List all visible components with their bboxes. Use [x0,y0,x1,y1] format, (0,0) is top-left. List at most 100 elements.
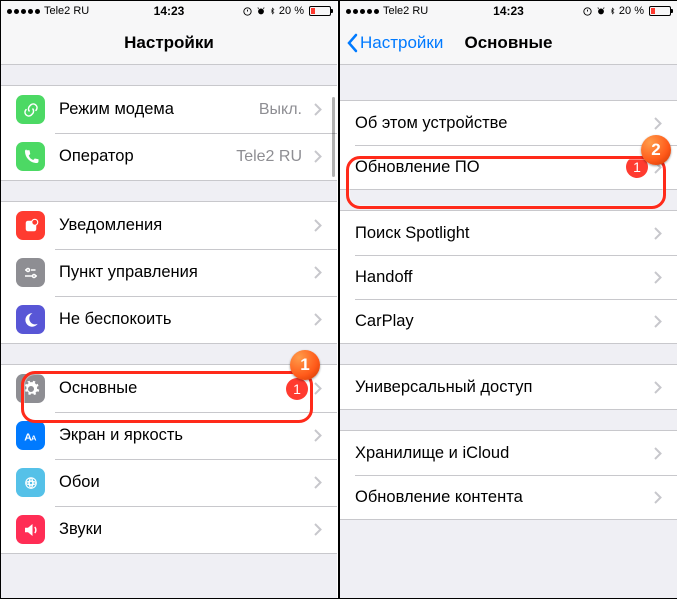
row-detail: Выкл. [259,101,302,119]
bluetooth-icon [269,5,276,17]
gear-icon [16,374,45,403]
status-time: 14:23 [154,4,185,18]
row-label: Универсальный доступ [355,378,532,397]
phone-icon [16,142,45,171]
back-label: Настройки [360,33,443,53]
row-label: Об этом устройстве [355,114,507,133]
back-button[interactable]: Настройки [346,33,443,53]
chevron-right-icon [314,103,322,116]
row-background-refresh[interactable]: Обновление контента [340,475,677,519]
row-label: CarPlay [355,312,414,331]
status-bar: Tele2 RU 14:23 20 % [1,1,337,21]
navbar: Настройки [1,21,337,65]
row-sounds[interactable]: Звуки [1,506,337,553]
chevron-right-icon [314,429,322,442]
row-label: Поиск Spotlight [355,224,470,243]
row-label: Handoff [355,268,413,287]
row-handoff[interactable]: Handoff [340,255,677,299]
row-carplay[interactable]: CarPlay [340,299,677,343]
chevron-right-icon [314,313,322,326]
group-general: Основные 1 AA Экран и яркость Обои Звуки [1,364,337,554]
carrier-label: Tele2 RU [383,5,428,17]
chevron-right-icon [314,476,322,489]
chevron-right-icon [654,161,662,174]
row-display-brightness[interactable]: AA Экран и яркость [1,412,337,459]
group-storage: Хранилище и iCloud Обновление контента [340,430,677,520]
chevron-right-icon [654,491,662,504]
status-time: 14:23 [493,4,524,18]
bluetooth-icon [609,5,616,17]
row-badge: 1 [286,378,308,400]
row-label: Уведомления [59,216,162,235]
screenshot-stage: Tele2 RU 14:23 20 % Настройки Режим моде… [0,0,677,599]
phone-settings-root: Tele2 RU 14:23 20 % Настройки Режим моде… [1,1,337,598]
battery-icon [649,6,671,16]
row-label: Хранилище и iCloud [355,444,509,463]
row-storage-icloud[interactable]: Хранилище и iCloud [340,431,677,475]
carrier-label: Tele2 RU [44,5,89,17]
battery-percent: 20 % [619,5,644,17]
group-notifications: Уведомления Пункт управления Не беспокои… [1,201,337,344]
chevron-right-icon [314,266,322,279]
row-label: Пункт управления [59,263,198,282]
control-center-icon [16,258,45,287]
row-label: Основные [59,379,137,398]
row-label: Обновление контента [355,488,523,507]
chevron-left-icon [346,33,358,53]
group-about: Об этом устройстве Обновление ПО 1 [340,100,677,190]
row-label: Оператор [59,147,134,166]
row-label: Не беспокоить [59,310,171,329]
scroll-indicator [332,97,335,177]
chevron-right-icon [314,382,322,395]
notifications-icon [16,211,45,240]
row-carrier[interactable]: Оператор Tele2 RU [1,133,337,180]
page-title: Основные [464,33,552,53]
row-notifications[interactable]: Уведомления [1,202,337,249]
status-bar: Tele2 RU 14:23 20 % [340,1,677,21]
wallpaper-icon [16,468,45,497]
row-label: Режим модема [59,100,174,119]
chevron-right-icon [654,381,662,394]
chevron-right-icon [654,227,662,240]
group-search: Поиск Spotlight Handoff CarPlay [340,210,677,344]
group-connectivity: Режим модема Выкл. Оператор Tele2 RU [1,85,337,181]
row-software-update[interactable]: Обновление ПО 1 [340,145,677,189]
alarm-icon [596,6,606,16]
row-label: Обновление ПО [355,158,480,177]
navbar: Настройки Основные [340,21,677,65]
row-about[interactable]: Об этом устройстве [340,101,677,145]
signal-strength-icon [7,9,40,14]
row-personal-hotspot[interactable]: Режим модема Выкл. [1,86,337,133]
chevron-right-icon [654,447,662,460]
chevron-right-icon [654,117,662,130]
group-accessibility: Универсальный доступ [340,364,677,410]
row-label: Обои [59,473,100,492]
row-accessibility[interactable]: Универсальный доступ [340,365,677,409]
row-wallpaper[interactable]: Обои [1,459,337,506]
chevron-right-icon [314,150,322,163]
rotation-lock-icon [242,6,253,17]
row-general[interactable]: Основные 1 [1,365,337,412]
chain-icon [16,95,45,124]
row-label: Звуки [59,520,102,539]
row-badge: 1 [626,156,648,178]
chevron-right-icon [314,219,322,232]
row-label: Экран и яркость [59,426,183,445]
sound-icon [16,515,45,544]
row-control-center[interactable]: Пункт управления [1,249,337,296]
text-size-icon: AA [16,421,45,450]
page-title: Настройки [124,33,214,53]
chevron-right-icon [314,523,322,536]
signal-strength-icon [346,9,379,14]
battery-icon [309,6,331,16]
moon-icon [16,305,45,334]
chevron-right-icon [654,315,662,328]
alarm-icon [256,6,266,16]
battery-percent: 20 % [279,5,304,17]
phone-general: Tele2 RU 14:23 20 % Настройки Основные О… [340,1,677,598]
row-spotlight[interactable]: Поиск Spotlight [340,211,677,255]
svg-text:A: A [31,433,37,442]
chevron-right-icon [654,271,662,284]
rotation-lock-icon [582,6,593,17]
row-do-not-disturb[interactable]: Не беспокоить [1,296,337,343]
